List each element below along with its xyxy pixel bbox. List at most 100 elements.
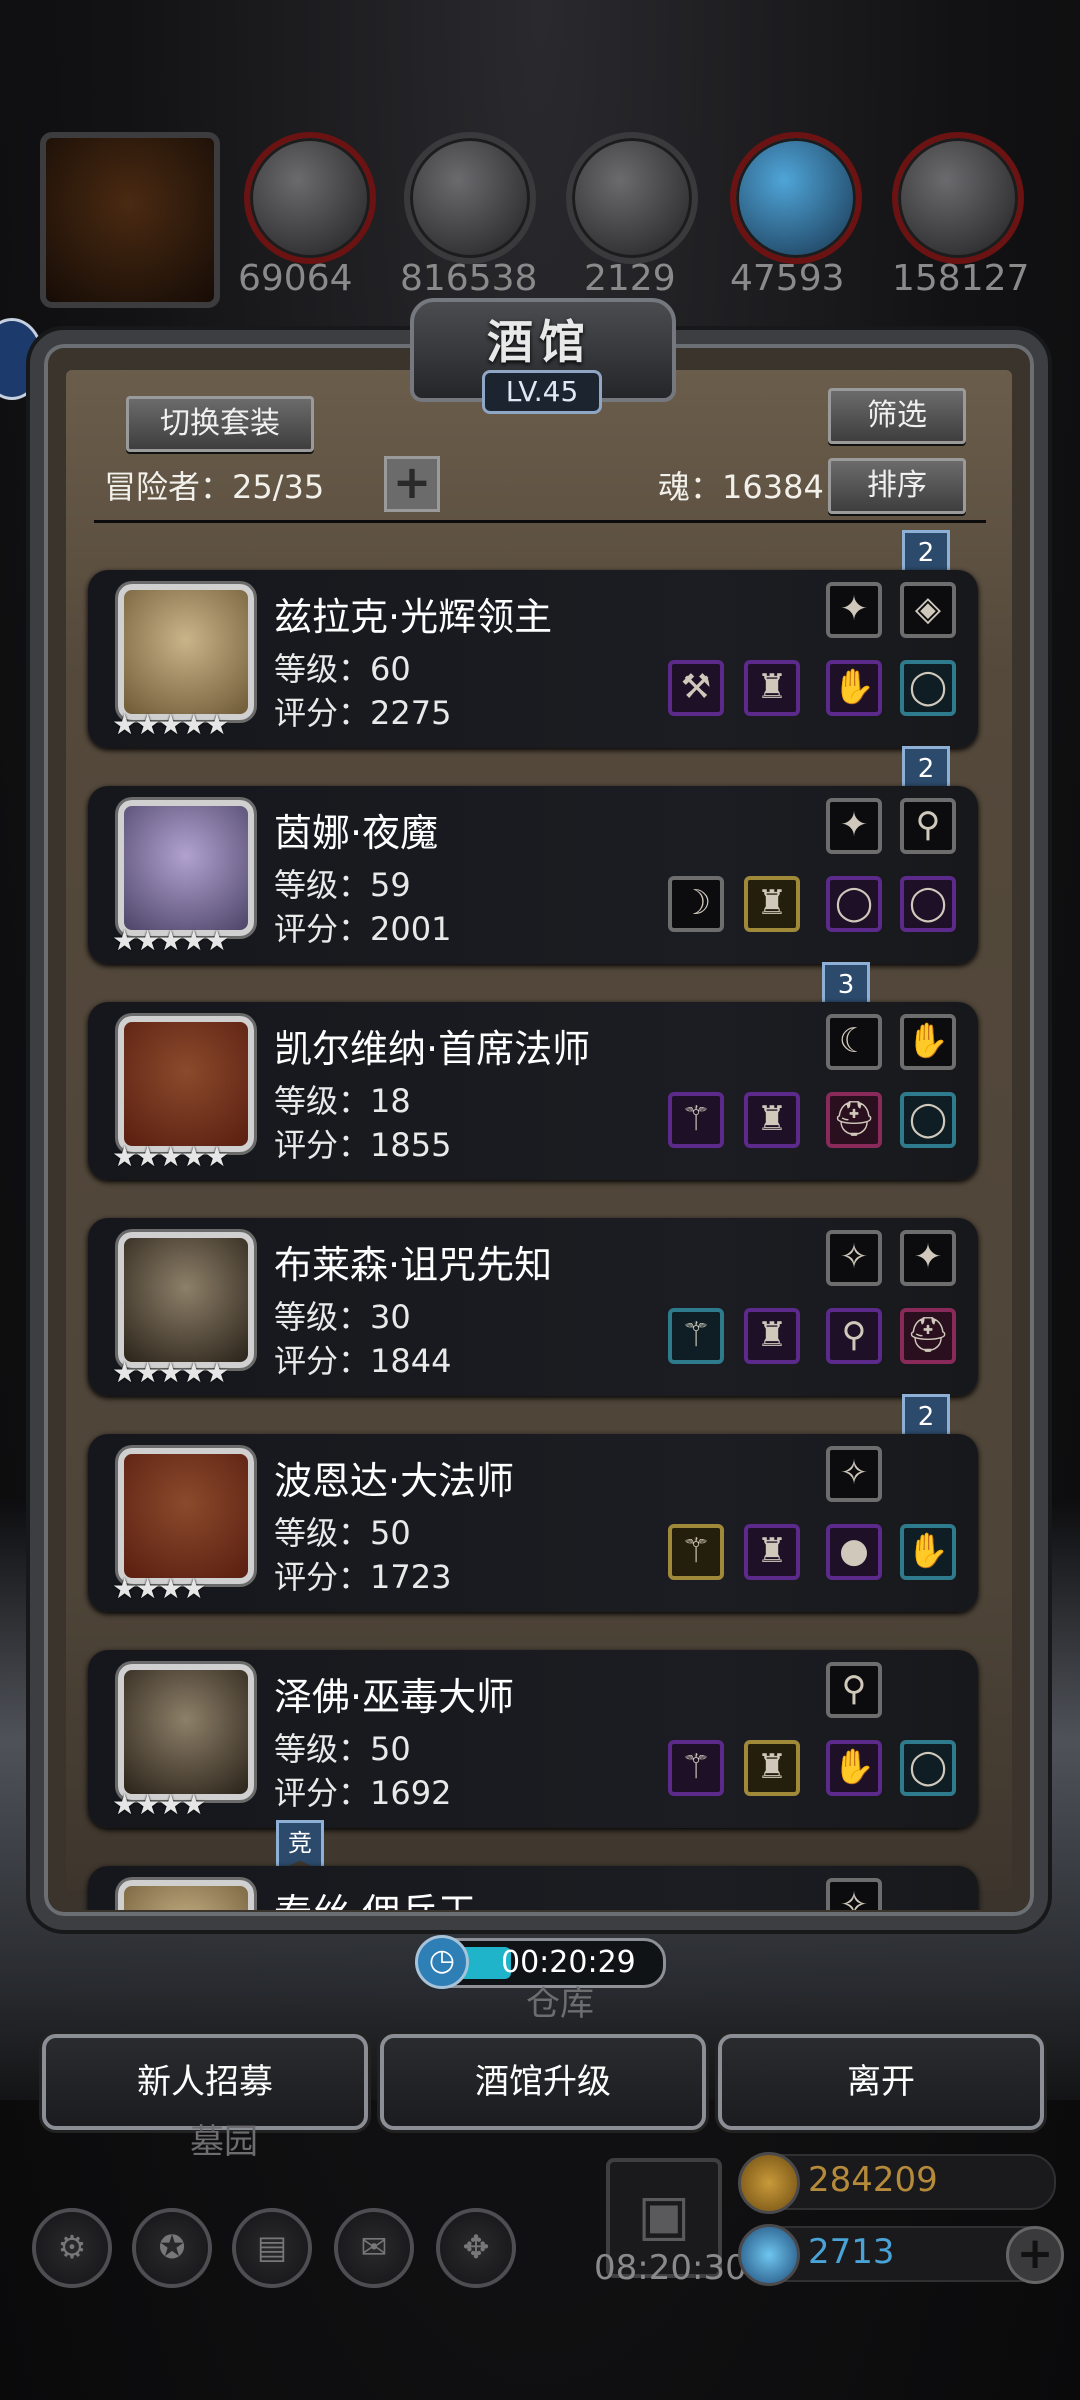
- hero-score: 评分：2001: [274, 910, 452, 948]
- ring-icon[interactable]: ◯: [900, 876, 956, 932]
- achievement-icon[interactable]: ✪: [132, 2208, 212, 2288]
- hero-score: 评分：1855: [274, 1126, 452, 1164]
- armor-icon[interactable]: ♜: [744, 1092, 800, 1148]
- helmet-icon[interactable]: ⛑: [826, 1092, 882, 1148]
- adventurer-count: 冒险者：25/35: [104, 468, 325, 506]
- hero-name: 泽佛·巫毒大师: [274, 1675, 515, 1719]
- gauntlet-icon[interactable]: ✋: [826, 1740, 882, 1796]
- gold-coin-icon: [738, 2152, 800, 2214]
- ring-icon[interactable]: ◯: [826, 876, 882, 932]
- ring-icon[interactable]: ◯: [900, 1740, 956, 1796]
- gauntlet-icon[interactable]: ✋: [826, 660, 882, 716]
- hero-level: 等级：50: [274, 1514, 411, 1552]
- meat-icon: [244, 132, 376, 264]
- gold-value: 284209: [808, 2160, 938, 2200]
- crystal-icon: [730, 132, 862, 264]
- hero-card[interactable]: ★★★★★ 凯尔维纳·首席法师 等级：18 评分：1855 ☾ ✋ ⚚ ♜ ⛑ …: [88, 1002, 978, 1180]
- hero-portrait: [118, 1880, 254, 1910]
- feather-icon[interactable]: ✦: [826, 798, 882, 854]
- filter-button[interactable]: 筛选: [828, 388, 966, 444]
- star-rating: ★★★★★: [112, 1356, 230, 1389]
- star-rating: ★★★★★: [112, 708, 230, 741]
- hero-name: 茵娜·夜魔: [274, 811, 439, 855]
- puzzle-icon[interactable]: ✥: [436, 2208, 516, 2288]
- arena-ribbon: 竞: [276, 1820, 324, 1872]
- gem-icon: [738, 2224, 800, 2286]
- feather-icon[interactable]: ✦: [826, 582, 882, 638]
- armor-icon[interactable]: ♜: [744, 660, 800, 716]
- hero-name: 波恩达·大法师: [274, 1459, 515, 1503]
- clock-icon: ◷: [415, 1935, 469, 1989]
- player-avatar[interactable]: [40, 132, 220, 308]
- warehouse-label: 仓库: [526, 1984, 594, 2024]
- hero-portrait: [118, 1016, 254, 1152]
- star-rating: ★★★★: [112, 1788, 206, 1821]
- hero-level: 等级：60: [274, 650, 411, 688]
- hero-portrait: [118, 1448, 254, 1584]
- gem-value: 2713: [808, 2232, 895, 2272]
- staff-icon[interactable]: ⚚: [668, 1524, 724, 1580]
- hero-card[interactable]: ★★★★ 泽佛·巫毒大师 等级：50 评分：1692 ⚲ ⚚ ♜ ✋ ◯: [88, 1650, 978, 1828]
- resource-value: 69064: [238, 258, 353, 299]
- hero-score: 评分：2275: [274, 694, 452, 732]
- add-slot-button[interactable]: +: [384, 456, 440, 512]
- settings-icon[interactable]: ⚙: [32, 2208, 112, 2288]
- armor-icon[interactable]: ♜: [744, 1740, 800, 1796]
- crystal-icon[interactable]: ✧: [826, 1230, 882, 1286]
- hero-level: 等级：18: [274, 1082, 411, 1120]
- necklace-icon[interactable]: ⚲: [900, 798, 956, 854]
- tavern-panel: 酒馆 LV.45 切换套装 筛选 排序 冒险者：25/35 + 魂：16384 …: [30, 298, 1048, 1930]
- stone-icon: [892, 132, 1024, 264]
- hammer-icon[interactable]: ⚒: [668, 660, 724, 716]
- crystal-icon[interactable]: ✧: [826, 1878, 882, 1910]
- feather-icon[interactable]: ✦: [900, 1230, 956, 1286]
- helmet-icon[interactable]: ⛑: [900, 1308, 956, 1364]
- hero-level: 等级：50: [274, 1730, 411, 1768]
- hero-card[interactable]: ★★★★★ 茵娜·夜魔 等级：59 评分：2001 ✦ ⚲ ☽ ♜ ◯ ◯: [88, 786, 978, 964]
- hero-card[interactable]: ★★★★★ 布莱森·诅咒先知 等级：30 评分：1844 ✧ ✦ ⚚ ♜ ⚲ ⛑: [88, 1218, 978, 1396]
- horn-icon[interactable]: ☾: [826, 1014, 882, 1070]
- soul-count: 魂：16384: [658, 468, 824, 506]
- armor-icon[interactable]: ♜: [744, 1308, 800, 1364]
- gauntlet-icon[interactable]: ✋: [900, 1524, 956, 1580]
- mail-icon[interactable]: ✉: [334, 2208, 414, 2288]
- orb-icon[interactable]: ●: [826, 1524, 882, 1580]
- codex-icon[interactable]: ▤: [232, 2208, 312, 2288]
- necklace-icon[interactable]: ⚲: [826, 1662, 882, 1718]
- add-gems-button[interactable]: +: [1006, 2226, 1064, 2284]
- star-rating: ★★★★★: [112, 924, 230, 957]
- staff-icon[interactable]: ⚚: [668, 1092, 724, 1148]
- hero-card[interactable]: 泰丝·佣兵王 ✧: [88, 1866, 978, 1910]
- staff-icon[interactable]: ⚚: [668, 1308, 724, 1364]
- hero-name: 泰丝·佣兵王: [274, 1882, 476, 1910]
- hero-score: 评分：1844: [274, 1342, 452, 1380]
- armor-icon[interactable]: ♜: [744, 876, 800, 932]
- hero-score: 评分：1723: [274, 1558, 452, 1596]
- cemetery-label: 墓园: [190, 2122, 258, 2162]
- scythe-icon[interactable]: ☽: [668, 876, 724, 932]
- hero-level: 等级：59: [274, 866, 411, 904]
- switch-set-button[interactable]: 切换套装: [126, 396, 314, 452]
- necklace-icon[interactable]: ⚲: [826, 1308, 882, 1364]
- gem-counter: 2713 +: [738, 2224, 1064, 2286]
- tavern-level-badge: LV.45: [482, 370, 602, 414]
- staff-icon[interactable]: ⚚: [668, 1740, 724, 1796]
- divider: [94, 520, 986, 523]
- star-rating: ★★★★: [112, 1572, 206, 1605]
- hero-card[interactable]: ★★★★★ 兹拉克·光辉领主 等级：60 评分：2275 ✦ ◈ ⚒ ♜ ✋ ◯: [88, 570, 978, 748]
- hero-card[interactable]: ★★★★ 波恩达·大法师 等级：50 评分：1723 ✧ ⚚ ♜ ● ✋: [88, 1434, 978, 1612]
- leave-button[interactable]: 离开: [718, 2034, 1044, 2130]
- hero-list[interactable]: 2 ★★★★★ 兹拉克·光辉领主 等级：60 评分：2275 ✦ ◈ ⚒ ♜ ✋…: [80, 530, 1000, 1910]
- glove-icon[interactable]: ✋: [900, 1014, 956, 1070]
- hero-portrait: [118, 584, 254, 720]
- armor-icon[interactable]: ♜: [744, 1524, 800, 1580]
- gold-counter: 284209: [738, 2152, 1056, 2214]
- hero-portrait: [118, 1232, 254, 1368]
- amulet-icon[interactable]: ◈: [900, 582, 956, 638]
- hero-name: 凯尔维纳·首席法师: [274, 1027, 591, 1071]
- crystal-icon[interactable]: ✧: [826, 1446, 882, 1502]
- tavern-upgrade-button[interactable]: 酒馆升级: [380, 2034, 706, 2130]
- ring-icon[interactable]: ◯: [900, 660, 956, 716]
- ring-icon[interactable]: ◯: [900, 1092, 956, 1148]
- sort-button[interactable]: 排序: [828, 458, 966, 514]
